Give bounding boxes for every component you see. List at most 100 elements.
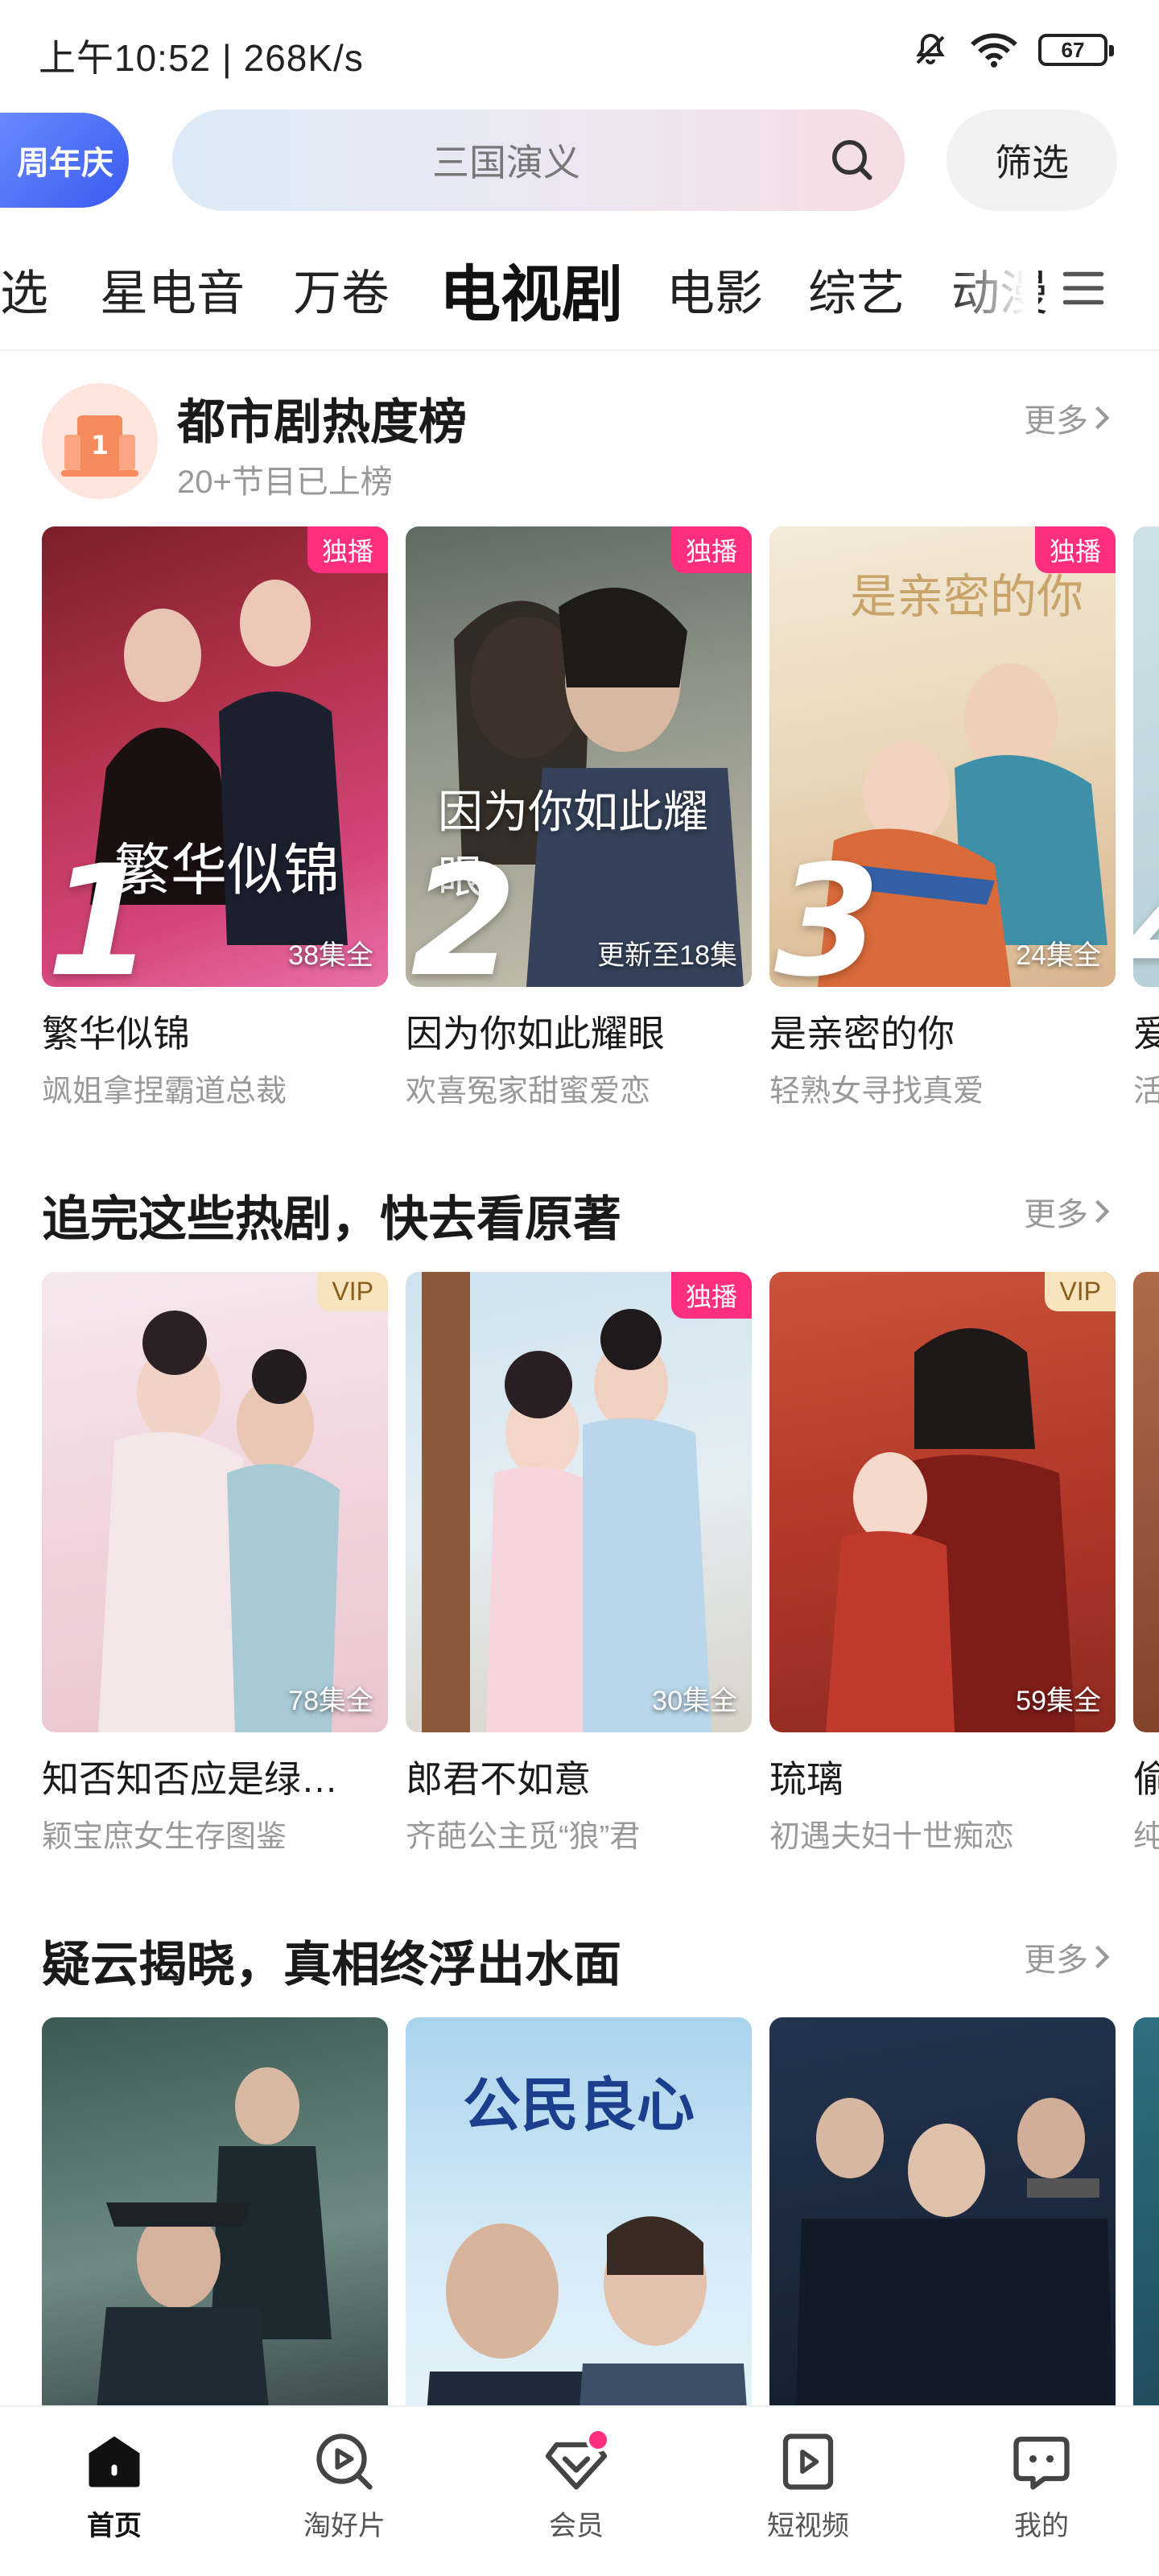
poster-title-art: 公民良心 [462, 2070, 695, 2139]
poster-image: 繁华似锦 1 独播 38集全 [42, 526, 388, 987]
chevron-right-icon [1095, 1199, 1110, 1224]
poster-image: 是亲密的你 3 独播 24集全 [769, 526, 1116, 987]
poster-figures [422, 1272, 711, 1732]
card-subtitle: 飒姐拿捏霸道总裁 [42, 1075, 287, 1108]
episode-count: 更新至18集 [597, 940, 737, 971]
poster-image: VIP 78集全 [42, 1272, 388, 1732]
tab-books[interactable]: 万卷 [293, 254, 390, 324]
nav-profile[interactable]: 我的 [961, 2428, 1122, 2543]
rank-number: 1 [47, 832, 154, 988]
top-header: 周年庆 三国演义 筛选 [0, 109, 1159, 211]
discover-icon [316, 2434, 373, 2490]
card-title: 偷 [1133, 1750, 1159, 1803]
rank-number: 4 [1133, 861, 1159, 987]
home-icon [89, 2436, 140, 2487]
poster-figures [826, 1328, 1075, 1732]
episode-count: 38集全 [288, 940, 373, 971]
card-title: 琉璃 [769, 1758, 843, 1800]
tab-movies[interactable]: 电影 [666, 254, 763, 324]
card-subtitle: 初遇夫妇十世痴恋 [769, 1820, 1015, 1854]
drama-card[interactable]: VIP 78集全 知否知否应是绿… 颖宝庶女生存图鉴 [42, 1272, 388, 1856]
poster-image: VIP 59集全 [769, 1272, 1116, 1732]
section-adaptations: 追完这些热剧，快去看原著 更多 VIP 78集全 知否知否应是绿… 颖宝庶女生存… [0, 1140, 1159, 1864]
exclusive-badge: 独播 [307, 526, 388, 573]
nav-label: 短视频 [767, 2511, 849, 2541]
more-link[interactable]: 更多 [1024, 1934, 1111, 1980]
section-urban-drama-ranking: 1 都市剧热度榜 20+节目已上榜 更多 繁华似锦 1 独播 38集全 繁华似锦… [0, 351, 1159, 1140]
status-time-speed: 上午10:52 | 268K/s [39, 37, 364, 79]
rank-number: 3 [774, 832, 881, 988]
short-video-icon [782, 2434, 834, 2490]
section-subtitle: 20+节目已上榜 [177, 464, 393, 500]
vip-badge: VIP [1045, 1272, 1116, 1311]
card-subtitle: 齐葩公主觅“狼”君 [406, 1820, 641, 1854]
drama-card[interactable]: 是亲密的你 3 独播 24集全 是亲密的你 轻熟女寻找真爱 [769, 526, 1116, 1110]
episode-count: 30集全 [652, 1686, 737, 1716]
notification-dot [586, 2428, 610, 2452]
nav-discover[interactable]: 淘好片 [264, 2428, 425, 2543]
card-title: 繁华似锦 [42, 1013, 190, 1055]
episode-count: 78集全 [288, 1686, 373, 1716]
nav-label: 我的 [1014, 2511, 1069, 2541]
tabs-fade [950, 242, 1038, 338]
tab-featured[interactable]: 精选 [0, 254, 48, 324]
card-title: 爱 [1133, 1005, 1159, 1058]
poster-image: 4 [1133, 526, 1159, 987]
card-subtitle: 活 [1133, 1075, 1159, 1108]
search-input[interactable]: 三国演义 [172, 109, 905, 211]
tab-tv-series[interactable]: 电视剧 [439, 245, 623, 333]
card-title: 郎君不如意 [406, 1758, 591, 1800]
card-subtitle: 欢喜冤家甜蜜爱恋 [406, 1075, 651, 1108]
nav-label: 会员 [549, 2511, 604, 2541]
drama-card-partial[interactable]: 4 爱 活 [1133, 526, 1159, 1110]
bottom-navigation: 首页 淘好片 会员 短视频 我的 [0, 2405, 1159, 2576]
drama-card-partial[interactable]: 偷 纯 [1133, 1272, 1159, 1856]
wifi-icon [971, 33, 1017, 68]
poster-figures [98, 1311, 340, 1732]
poster-image: 因为你如此耀眼 2 独播 更新至18集 [406, 526, 752, 987]
search-icon[interactable] [827, 135, 876, 184]
tab-variety[interactable]: 综艺 [808, 254, 905, 324]
card-title: 知否知否应是绿… [42, 1758, 338, 1800]
nav-home[interactable]: 首页 [34, 2428, 195, 2543]
section-title: 追完这些热剧，快去看原著 [42, 1192, 621, 1246]
chevron-right-icon [1095, 406, 1110, 430]
chevron-right-icon [1095, 1945, 1110, 1969]
more-link[interactable]: 更多 [1024, 1188, 1111, 1235]
section-title: 都市剧热度榜 [177, 395, 467, 449]
app-screen: 上午10:52 | 268K/s 67 周年庆 三国演义 筛选 选 星电音 万卷… [0, 0, 1159, 2576]
tab-music[interactable]: 星电音 [100, 254, 245, 324]
card-subtitle: 轻熟女寻找真爱 [769, 1075, 984, 1108]
mute-bell-icon [916, 33, 945, 64]
menu-icon[interactable] [1059, 264, 1107, 312]
status-bar: 上午10:52 | 268K/s 67 [0, 0, 1159, 105]
search-placeholder: 三国演义 [432, 142, 580, 184]
card-subtitle: 颖宝庶女生存图鉴 [42, 1820, 287, 1854]
nav-vip[interactable]: 会员 [496, 2428, 657, 2543]
vip-badge: VIP [317, 1272, 388, 1311]
more-link[interactable]: 更多 [1024, 394, 1111, 441]
card-subtitle: 纯 [1133, 1820, 1159, 1854]
exclusive-badge: 独播 [670, 526, 752, 573]
nav-label: 首页 [87, 2511, 142, 2541]
section-title: 疑云揭晓，真相终浮出水面 [42, 1938, 621, 1992]
drama-card[interactable]: 因为你如此耀眼 2 独播 更新至18集 因为你如此耀眼 欢喜冤家甜蜜爱恋 [406, 526, 752, 1110]
drama-card[interactable]: VIP 59集全 琉璃 初遇夫妇十世痴恋 [769, 1272, 1116, 1856]
filter-button[interactable]: 筛选 [947, 109, 1117, 211]
nav-label: 淘好片 [303, 2511, 386, 2541]
drama-card[interactable]: 独播 30集全 郎君不如意 齐葩公主觅“狼”君 [406, 1272, 752, 1856]
card-title: 是亲密的你 [769, 1013, 955, 1055]
card-title: 因为你如此耀眼 [406, 1013, 665, 1055]
exclusive-badge: 独播 [1034, 526, 1116, 573]
drama-card[interactable]: 繁华似锦 1 独播 38集全 繁华似锦 飒姐拿捏霸道总裁 [42, 526, 388, 1110]
exclusive-badge: 独播 [670, 1272, 752, 1319]
rank-number: 2 [410, 832, 518, 988]
anniversary-promo-button[interactable]: 周年庆 [0, 113, 129, 208]
category-tabs: 精选 星电音 万卷 电视剧 电影 综艺 动漫 [0, 242, 1159, 338]
nav-short-video[interactable]: 短视频 [728, 2428, 889, 2543]
ranking-icon: 1 [42, 383, 158, 499]
poster-image [1133, 1272, 1159, 1732]
poster-image: 独播 30集全 [406, 1272, 752, 1732]
profile-icon [1013, 2436, 1070, 2490]
episode-count: 59集全 [1016, 1686, 1101, 1716]
